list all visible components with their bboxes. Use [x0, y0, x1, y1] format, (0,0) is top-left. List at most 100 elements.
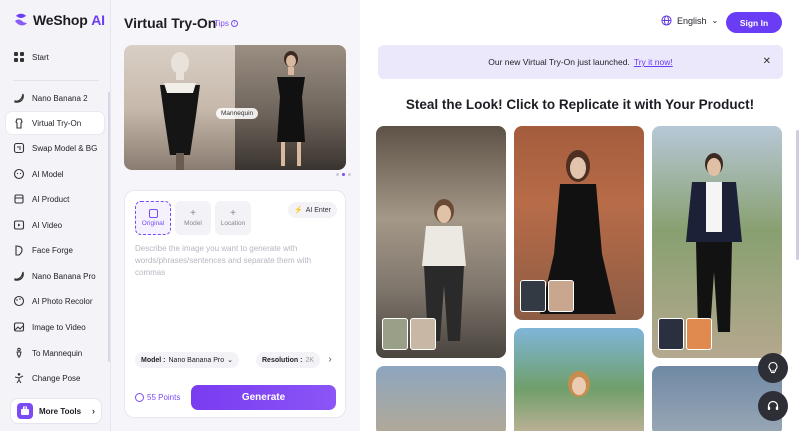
generate-button[interactable]: Generate — [191, 385, 336, 410]
page-title: Virtual Try-On — [124, 15, 217, 31]
gallery-scrollbar[interactable] — [796, 130, 799, 260]
tool-panel: Virtual Try-On Tips i Mannequin Original… — [111, 0, 360, 431]
gallery-photo — [568, 371, 590, 397]
model-select-label: Model : — [141, 356, 166, 364]
video-icon — [13, 219, 25, 231]
try-it-now-link[interactable]: Try it now! — [634, 57, 673, 67]
chip-label: Model — [184, 220, 202, 227]
sidebar-item-change-pose[interactable]: Change Pose — [6, 367, 104, 389]
product-thumbnail — [520, 280, 546, 312]
tips-label: Tips — [214, 19, 229, 28]
sidebar-divider — [13, 80, 99, 81]
close-icon[interactable]: ✕ — [763, 56, 771, 67]
banner-text: Our new Virtual Try-On just launched. — [488, 57, 630, 67]
points-label: 55 Points — [147, 393, 181, 402]
swap-icon — [13, 142, 25, 154]
sidebar-item-ai-video[interactable]: AI Video — [6, 214, 104, 236]
ai-enter-label: AI Enter — [305, 206, 331, 214]
chip-location[interactable]: + Location — [215, 201, 251, 235]
points-balance: 55 Points — [135, 393, 180, 402]
mannequin-icon — [13, 347, 25, 359]
sidebar-item-label: AI Model — [32, 169, 64, 179]
logo-text: WeShop AI — [33, 12, 105, 28]
lightbulb-icon — [768, 361, 778, 374]
globe-icon — [661, 15, 672, 26]
info-icon: i — [230, 20, 238, 27]
product-thumbnail — [658, 318, 684, 350]
headset-icon — [767, 400, 779, 410]
sidebar-item-label: AI Photo Recolor — [32, 296, 93, 306]
more-tools-label: More Tools — [39, 406, 82, 416]
gallery-item[interactable] — [376, 366, 506, 431]
chip-label: Original — [141, 220, 165, 227]
ai-enter-button[interactable]: ⚡ AI Enter — [287, 202, 337, 218]
scroll-right-button[interactable]: › — [323, 351, 337, 369]
face-icon — [13, 168, 25, 180]
model-select[interactable]: Model : Nano Banana Pro ⌄ — [135, 352, 240, 368]
sidebar-item-virtual-try-on[interactable]: Virtual Try-On — [6, 112, 104, 134]
sidebar-item-ai-model[interactable]: AI Model — [6, 163, 104, 185]
sidebar-item-label: Face Forge — [32, 245, 73, 255]
model-thumbnail — [686, 318, 712, 350]
chip-model[interactable]: + Model — [175, 201, 211, 235]
banana-icon — [13, 92, 25, 104]
carousel-dots[interactable] — [336, 173, 351, 176]
sidebar-item-label: Virtual Try-On — [32, 118, 82, 128]
sidebar-item-ai-product[interactable]: AI Product — [6, 188, 104, 210]
gallery-panel: English ⌄ Sign In Our new Virtual Try-On… — [360, 0, 800, 431]
sidebar-scrollbar[interactable] — [108, 92, 110, 362]
gallery-item[interactable] — [514, 328, 644, 431]
gallery-item[interactable] — [376, 126, 506, 358]
sign-in-button[interactable]: Sign In — [726, 12, 782, 33]
sidebar-item-label: Change Pose — [32, 373, 81, 383]
image-video-icon — [13, 321, 25, 333]
image-icon — [148, 209, 158, 218]
chevron-right-icon: › — [92, 406, 95, 416]
sidebar-item-swap-model-bg[interactable]: Swap Model & BG — [6, 137, 104, 159]
example-image: Mannequin — [124, 45, 346, 170]
sidebar-item-face-forge[interactable]: Face Forge — [6, 239, 104, 261]
resolution-select-value: 2K — [305, 356, 315, 364]
sidebar-item-to-mannequin[interactable]: To Mannequin — [6, 342, 104, 364]
banana-icon — [13, 270, 25, 282]
support-float-button[interactable] — [758, 391, 788, 421]
resolution-select[interactable]: Resolution : 2K — [256, 352, 321, 368]
sidebar-item-label: Start — [32, 52, 49, 62]
model-thumbnail — [548, 280, 574, 312]
announcement-banner: Our new Virtual Try-On just launched. Tr… — [378, 45, 783, 79]
sidebar-item-nano-banana-pro[interactable]: Nano Banana Pro — [6, 265, 104, 287]
sidebar-item-nano-banana-2[interactable]: Nano Banana 2 — [6, 87, 104, 109]
sidebar-item-start[interactable]: Start — [6, 46, 104, 68]
sidebar-item-label: Nano Banana 2 — [32, 93, 88, 103]
tips-float-button[interactable] — [758, 353, 788, 383]
toolbox-icon — [17, 403, 33, 419]
sidebar-item-label: To Mannequin — [32, 348, 83, 358]
chevron-down-icon: ⌄ — [227, 357, 234, 364]
generator-card: Original + Model + Location ⚡ AI Enter D… — [124, 190, 346, 418]
chip-original[interactable]: Original — [135, 201, 171, 235]
model-select-value: Nano Banana Pro — [168, 356, 225, 364]
logo-icon — [15, 13, 27, 26]
gallery-headline: Steal the Look! Click to Replicate it wi… — [405, 97, 755, 112]
hanger-icon — [13, 117, 25, 129]
prompt-input[interactable]: Describe the image you want to generate … — [135, 243, 337, 279]
gallery-item[interactable] — [514, 126, 644, 320]
pose-icon — [13, 372, 25, 384]
product-icon — [13, 193, 25, 205]
sidebar-item-label: AI Product — [32, 194, 70, 204]
chevron-down-icon: ⌄ — [711, 16, 719, 25]
language-select[interactable]: English ⌄ — [661, 15, 718, 26]
sidebar: WeShop AI Start Nano Banana 2 Virtual Tr… — [0, 0, 111, 431]
gallery-item[interactable] — [652, 126, 782, 358]
coin-icon — [135, 393, 144, 402]
sparkle-icon: ⚡ — [293, 207, 303, 214]
logo[interactable]: WeShop AI — [13, 12, 105, 28]
more-tools-button[interactable]: More Tools › — [10, 398, 102, 424]
sidebar-item-image-to-video[interactable]: Image to Video — [6, 316, 104, 338]
sidebar-item-label: AI Video — [32, 220, 63, 230]
product-thumbnail — [382, 318, 408, 350]
tips-link[interactable]: Tips i — [214, 19, 238, 28]
sidebar-item-ai-photo-recolor[interactable]: AI Photo Recolor — [6, 290, 104, 312]
sidebar-item-label: Nano Banana Pro — [32, 271, 96, 281]
model-thumbnail — [410, 318, 436, 350]
